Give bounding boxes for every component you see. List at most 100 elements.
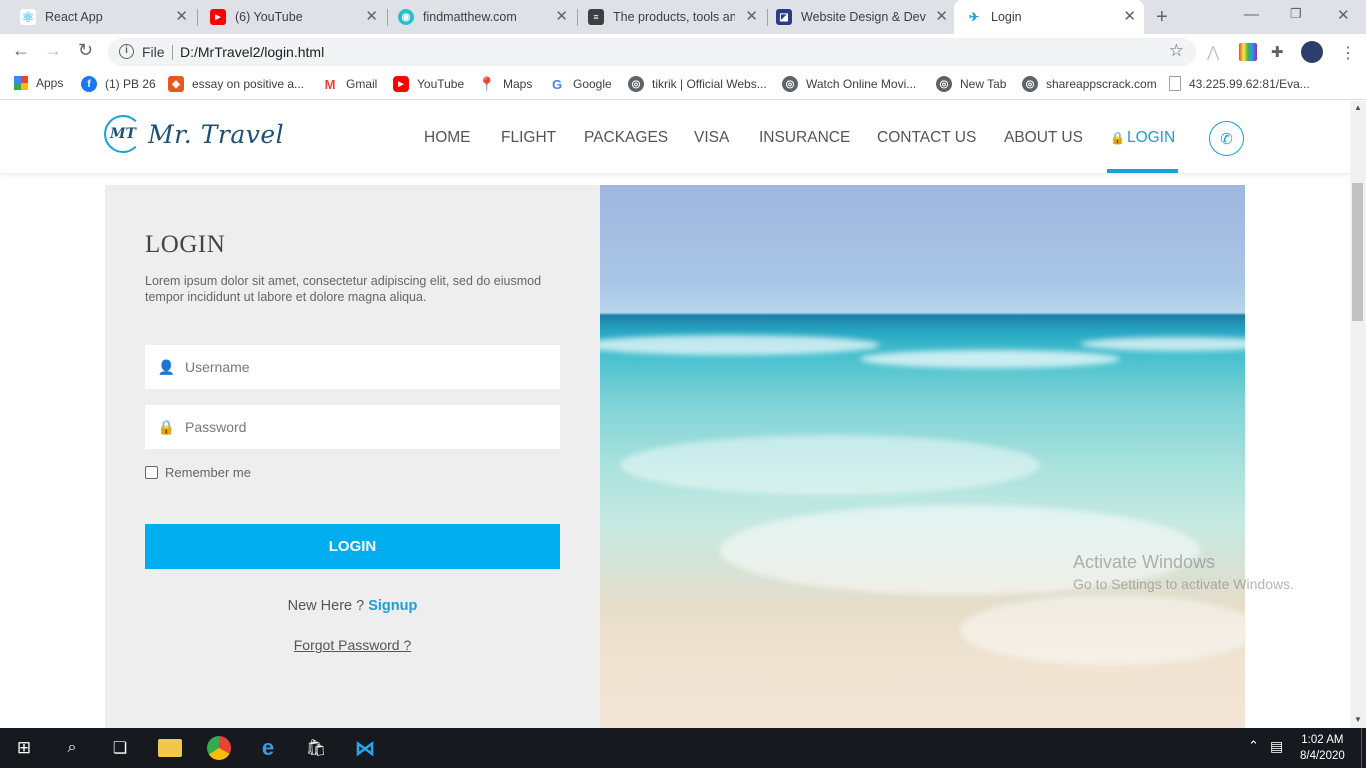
forward-icon[interactable]: → xyxy=(44,40,62,61)
browser-toolbar: ← → ↻ i File D:/MrTravel2/login.html ☆ ⋀… xyxy=(0,34,1366,70)
gmail-icon: M xyxy=(322,76,338,92)
bookmark-youtube[interactable]: ▶ YouTube xyxy=(393,76,464,92)
maps-icon: 📍 xyxy=(478,75,496,92)
scroll-down-icon[interactable]: ▼ xyxy=(1354,715,1362,724)
profile-avatar[interactable] xyxy=(1301,41,1323,63)
bookmark-google[interactable]: G Google xyxy=(549,76,612,92)
bookmark-shareapps[interactable]: ◎ shareappscrack.com xyxy=(1022,76,1157,92)
close-icon[interactable]: ✕ xyxy=(365,9,378,25)
nav-login[interactable]: 🔒 LOGIN xyxy=(1110,129,1175,147)
lock-icon: 🔒 xyxy=(1110,131,1125,145)
nav-home[interactable]: HOME xyxy=(424,129,471,147)
site-header: MT Mr. Travel HOME FLIGHT PACKAGES VISA … xyxy=(0,101,1350,173)
chrome-icon[interactable] xyxy=(207,736,231,760)
nav-packages[interactable]: PACKAGES xyxy=(584,129,668,147)
bookmark-ip-address[interactable]: 43.225.99.62:81/Eva... xyxy=(1169,76,1310,91)
translate-extension-icon[interactable]: ⋀ xyxy=(1207,43,1225,61)
bookmark-label: essay on positive a... xyxy=(192,77,305,91)
restore-icon[interactable]: ❐ xyxy=(1290,6,1302,22)
nav-contact-us[interactable]: CONTACT US xyxy=(877,129,976,147)
colorful-extension-icon[interactable] xyxy=(1239,43,1257,61)
search-icon[interactable]: ⌕ xyxy=(60,736,84,760)
react-icon: ⚛ xyxy=(20,8,36,25)
close-icon[interactable]: ✕ xyxy=(935,9,948,25)
windows-activation-watermark: Activate Windows Go to Settings to activ… xyxy=(1073,552,1294,592)
task-view-icon[interactable]: ❏ xyxy=(108,736,132,760)
window-close-icon[interactable]: ✕ xyxy=(1337,6,1350,24)
page-scrollbar[interactable]: ▲ ▼ xyxy=(1350,101,1366,728)
wave-foam xyxy=(1080,337,1245,351)
bookmark-label: shareappscrack.com xyxy=(1046,77,1157,91)
notification-icon[interactable]: ▤ xyxy=(1270,738,1283,755)
bookmark-pb26[interactable]: f (1) PB 26 xyxy=(81,76,156,92)
store-icon[interactable]: 🛍 xyxy=(304,736,328,760)
windows-start-icon[interactable]: ⊞ xyxy=(12,736,36,760)
bookmark-apps[interactable]: Apps xyxy=(14,76,63,90)
extensions-puzzle-icon[interactable]: ✚ xyxy=(1271,43,1289,61)
tab-title: (6) YouTube xyxy=(235,10,303,24)
close-icon[interactable]: ✕ xyxy=(1123,9,1136,25)
tab-website-design[interactable]: ◪ Website Design & Deve ✕ xyxy=(768,0,956,34)
close-icon[interactable]: ✕ xyxy=(745,9,758,25)
info-icon[interactable]: i xyxy=(119,44,134,59)
tab-findmatthew[interactable]: ◉ findmatthew.com ✕ xyxy=(388,0,576,34)
bookmark-star-icon[interactable]: ☆ xyxy=(1169,41,1184,61)
essay-icon: ◆ xyxy=(168,76,184,92)
username-input[interactable] xyxy=(185,359,525,375)
site-logo[interactable]: MT Mr. Travel xyxy=(104,115,284,153)
bookmark-maps[interactable]: 📍 Maps xyxy=(478,75,533,92)
bookmark-label: Maps xyxy=(503,77,533,91)
address-bar[interactable]: i File D:/MrTravel2/login.html ☆ xyxy=(108,38,1196,66)
url-text[interactable]: D:/MrTravel2/login.html xyxy=(180,44,324,60)
nav-login-label: LOGIN xyxy=(1126,129,1176,146)
tab-react-app[interactable]: ⚛ React App ✕ xyxy=(0,0,196,34)
tab-title: React App xyxy=(45,10,103,24)
minimize-icon[interactable]: — xyxy=(1244,6,1259,23)
tab-products[interactable]: ≡ The products, tools and ✕ xyxy=(578,0,766,34)
login-button[interactable]: LOGIN xyxy=(145,524,560,569)
tab-login[interactable]: ✈ Login ✕ xyxy=(954,0,1144,34)
nav-about-us[interactable]: ABOUT US xyxy=(1004,129,1083,147)
nav-insurance[interactable]: INSURANCE xyxy=(759,129,850,147)
forgot-password-link[interactable]: Forgot Password ? xyxy=(145,637,560,653)
username-field[interactable]: 👤 xyxy=(145,345,560,389)
bookmark-label: Gmail xyxy=(346,77,378,91)
show-desktop-button[interactable] xyxy=(1361,728,1366,768)
tray-chevron-icon[interactable]: ⌃ xyxy=(1248,738,1259,754)
bookmark-tikrik[interactable]: ◎ tikrik | Official Webs... xyxy=(628,76,767,92)
bookmark-gmail[interactable]: M Gmail xyxy=(322,76,377,92)
vscode-icon[interactable]: ⋈ xyxy=(353,736,377,760)
bookmark-essay[interactable]: ◆ essay on positive a... xyxy=(168,76,304,92)
edge-icon[interactable]: e xyxy=(256,735,280,760)
back-icon[interactable]: ← xyxy=(12,40,30,61)
menu-kebab-icon[interactable]: ⋮ xyxy=(1340,43,1358,62)
findmatthew-icon: ◉ xyxy=(398,9,414,25)
remember-me[interactable]: Remember me xyxy=(145,465,251,480)
password-input[interactable] xyxy=(185,419,525,435)
nav-flight[interactable]: FLIGHT xyxy=(501,129,556,147)
brand-name: Mr. Travel xyxy=(148,119,285,149)
globe-icon: ◎ xyxy=(628,76,644,92)
remember-label: Remember me xyxy=(165,465,251,480)
new-tab-icon[interactable]: + xyxy=(1156,6,1168,29)
nav-visa[interactable]: VISA xyxy=(694,129,729,147)
taskbar-clock[interactable]: 1:02 AM 8/4/2020 xyxy=(1300,732,1345,764)
whatsapp-icon[interactable]: ✆ xyxy=(1209,121,1244,156)
tab-title: findmatthew.com xyxy=(423,10,517,24)
bookmark-label: (1) PB 26 xyxy=(105,77,156,91)
bookmark-new-tab[interactable]: ◎ New Tab xyxy=(936,76,1006,92)
scroll-thumb[interactable] xyxy=(1352,183,1363,321)
tab-youtube[interactable]: ▶ (6) YouTube ✕ xyxy=(198,0,386,34)
globe-icon: ◎ xyxy=(782,76,798,92)
file-explorer-icon[interactable] xyxy=(158,739,182,757)
close-icon[interactable]: ✕ xyxy=(175,9,188,25)
reload-icon[interactable]: ↻ xyxy=(78,40,93,61)
password-field[interactable]: 🔒 xyxy=(145,405,560,449)
youtube-icon: ▶ xyxy=(210,9,226,25)
signup-link[interactable]: Signup xyxy=(368,598,417,614)
close-icon[interactable]: ✕ xyxy=(555,9,568,25)
scroll-up-icon[interactable]: ▲ xyxy=(1354,103,1362,112)
signup-prompt: New Here ? Signup xyxy=(145,598,560,614)
remember-checkbox[interactable] xyxy=(145,466,158,479)
bookmark-watch-movies[interactable]: ◎ Watch Online Movi... xyxy=(782,76,916,92)
